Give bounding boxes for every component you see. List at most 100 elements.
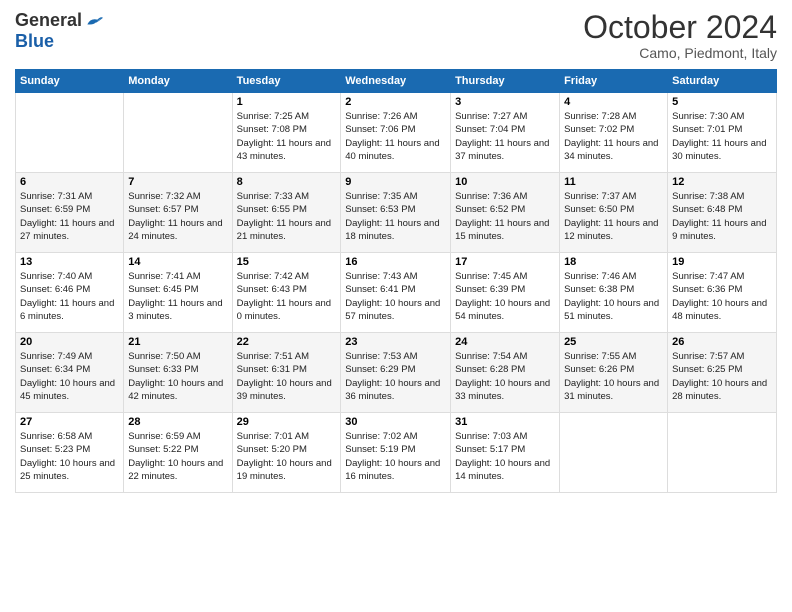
day-number: 31 bbox=[455, 416, 555, 428]
day-info: Sunrise: 7:01 AM Sunset: 5:20 PM Dayligh… bbox=[237, 430, 337, 483]
calendar-week-row: 20Sunrise: 7:49 AM Sunset: 6:34 PM Dayli… bbox=[16, 333, 777, 413]
calendar-week-row: 6Sunrise: 7:31 AM Sunset: 6:59 PM Daylig… bbox=[16, 173, 777, 253]
day-number: 5 bbox=[672, 96, 772, 108]
calendar-cell bbox=[668, 413, 777, 493]
day-number: 4 bbox=[564, 96, 663, 108]
day-info: Sunrise: 7:49 AM Sunset: 6:34 PM Dayligh… bbox=[20, 350, 119, 403]
calendar-cell: 18 Sunrise: 7:46 AM Sunset: 6:38 PM Dayli… bbox=[560, 253, 668, 333]
day-info: Sunrise: 7:02 AM Sunset: 5:19 PM Dayligh… bbox=[345, 430, 446, 483]
day-number: 18 bbox=[564, 256, 663, 268]
day-of-week-header: Saturday bbox=[668, 70, 777, 93]
day-info: Sunrise: 7:27 AM Sunset: 7:04 PM Dayligh… bbox=[455, 110, 555, 163]
day-info: Sunrise: 7:43 AM Sunset: 6:41 PM Dayligh… bbox=[345, 270, 446, 323]
day-number: 29 bbox=[237, 416, 337, 428]
day-number: 13 bbox=[20, 256, 119, 268]
day-number: 3 bbox=[455, 96, 555, 108]
day-number: 8 bbox=[237, 176, 337, 188]
day-info: Sunrise: 7:40 AM Sunset: 6:46 PM Dayligh… bbox=[20, 270, 119, 323]
day-info: Sunrise: 7:26 AM Sunset: 7:06 PM Dayligh… bbox=[345, 110, 446, 163]
logo: General Blue bbox=[15, 10, 104, 52]
day-number: 17 bbox=[455, 256, 555, 268]
calendar-cell: 14 Sunrise: 7:41 AM Sunset: 6:45 PM Dayli… bbox=[124, 253, 232, 333]
day-info: Sunrise: 7:51 AM Sunset: 6:31 PM Dayligh… bbox=[237, 350, 337, 403]
calendar-cell: 23Sunrise: 7:53 AM Sunset: 6:29 PM Dayli… bbox=[341, 333, 451, 413]
calendar-cell: 8 Sunrise: 7:33 AM Sunset: 6:55 PM Daylig… bbox=[232, 173, 341, 253]
calendar-cell: 13 Sunrise: 7:40 AM Sunset: 6:46 PM Dayli… bbox=[16, 253, 124, 333]
calendar-cell: 29 Sunrise: 7:01 AM Sunset: 5:20 PM Dayli… bbox=[232, 413, 341, 493]
calendar-cell: 24 Sunrise: 7:54 AM Sunset: 6:28 PM Dayli… bbox=[451, 333, 560, 413]
day-of-week-header: Monday bbox=[124, 70, 232, 93]
day-number: 22 bbox=[237, 336, 337, 348]
day-number: 12 bbox=[672, 176, 772, 188]
calendar-cell: 26 Sunrise: 7:57 AM Sunset: 6:25 PM Dayli… bbox=[668, 333, 777, 413]
calendar-cell: 3 Sunrise: 7:27 AM Sunset: 7:04 PM Daylig… bbox=[451, 93, 560, 173]
day-number: 2 bbox=[345, 96, 446, 108]
day-info: Sunrise: 7:54 AM Sunset: 6:28 PM Dayligh… bbox=[455, 350, 555, 403]
day-info: Sunrise: 7:47 AM Sunset: 6:36 PM Dayligh… bbox=[672, 270, 772, 323]
day-number: 16 bbox=[345, 256, 446, 268]
day-number: 14 bbox=[128, 256, 227, 268]
calendar-cell: 27Sunrise: 6:58 AM Sunset: 5:23 PM Dayli… bbox=[16, 413, 124, 493]
calendar-table: SundayMondayTuesdayWednesdayThursdayFrid… bbox=[15, 69, 777, 493]
calendar-cell: 16 Sunrise: 7:43 AM Sunset: 6:41 PM Dayli… bbox=[341, 253, 451, 333]
day-number: 28 bbox=[128, 416, 227, 428]
calendar-cell: 21 Sunrise: 7:50 AM Sunset: 6:33 PM Dayli… bbox=[124, 333, 232, 413]
logo-bird-icon bbox=[84, 11, 104, 31]
calendar-cell: 2 Sunrise: 7:26 AM Sunset: 7:06 PM Daylig… bbox=[341, 93, 451, 173]
day-info: Sunrise: 7:33 AM Sunset: 6:55 PM Dayligh… bbox=[237, 190, 337, 243]
day-of-week-header: Thursday bbox=[451, 70, 560, 93]
calendar-cell: 5Sunrise: 7:30 AM Sunset: 7:01 PM Daylig… bbox=[668, 93, 777, 173]
day-of-week-header: Wednesday bbox=[341, 70, 451, 93]
calendar-cell: 31 Sunrise: 7:03 AM Sunset: 5:17 PM Dayli… bbox=[451, 413, 560, 493]
day-info: Sunrise: 6:58 AM Sunset: 5:23 PM Dayligh… bbox=[20, 430, 119, 483]
day-info: Sunrise: 7:25 AM Sunset: 7:08 PM Dayligh… bbox=[237, 110, 337, 163]
title-section: October 2024 Camo, Piedmont, Italy bbox=[583, 10, 777, 61]
day-info: Sunrise: 7:03 AM Sunset: 5:17 PM Dayligh… bbox=[455, 430, 555, 483]
calendar-cell bbox=[16, 93, 124, 173]
day-of-week-header: Tuesday bbox=[232, 70, 341, 93]
day-info: Sunrise: 7:53 AM Sunset: 6:29 PM Dayligh… bbox=[345, 350, 446, 403]
day-number: 25 bbox=[564, 336, 663, 348]
main-container: General Blue October 2024 Camo, Piedmont… bbox=[0, 0, 792, 503]
day-number: 6 bbox=[20, 176, 119, 188]
calendar-cell bbox=[124, 93, 232, 173]
location-subtitle: Camo, Piedmont, Italy bbox=[583, 45, 777, 61]
calendar-cell: 12Sunrise: 7:38 AM Sunset: 6:48 PM Dayli… bbox=[668, 173, 777, 253]
day-number: 9 bbox=[345, 176, 446, 188]
day-number: 7 bbox=[128, 176, 227, 188]
day-info: Sunrise: 7:36 AM Sunset: 6:52 PM Dayligh… bbox=[455, 190, 555, 243]
calendar-cell: 4 Sunrise: 7:28 AM Sunset: 7:02 PM Daylig… bbox=[560, 93, 668, 173]
calendar-header-row: SundayMondayTuesdayWednesdayThursdayFrid… bbox=[16, 70, 777, 93]
day-info: Sunrise: 7:46 AM Sunset: 6:38 PM Dayligh… bbox=[564, 270, 663, 323]
day-info: Sunrise: 7:28 AM Sunset: 7:02 PM Dayligh… bbox=[564, 110, 663, 163]
calendar-cell: 6Sunrise: 7:31 AM Sunset: 6:59 PM Daylig… bbox=[16, 173, 124, 253]
calendar-cell: 19 Sunrise: 7:47 AM Sunset: 6:36 PM Dayli… bbox=[668, 253, 777, 333]
calendar-cell: 25Sunrise: 7:55 AM Sunset: 6:26 PM Dayli… bbox=[560, 333, 668, 413]
calendar-cell: 30 Sunrise: 7:02 AM Sunset: 5:19 PM Dayli… bbox=[341, 413, 451, 493]
calendar-cell bbox=[560, 413, 668, 493]
calendar-cell: 28 Sunrise: 6:59 AM Sunset: 5:22 PM Dayli… bbox=[124, 413, 232, 493]
day-number: 30 bbox=[345, 416, 446, 428]
calendar-cell: 7 Sunrise: 7:32 AM Sunset: 6:57 PM Daylig… bbox=[124, 173, 232, 253]
day-info: Sunrise: 7:57 AM Sunset: 6:25 PM Dayligh… bbox=[672, 350, 772, 403]
month-title: October 2024 bbox=[583, 10, 777, 45]
day-info: Sunrise: 7:32 AM Sunset: 6:57 PM Dayligh… bbox=[128, 190, 227, 243]
calendar-cell: 15Sunrise: 7:42 AM Sunset: 6:43 PM Dayli… bbox=[232, 253, 341, 333]
calendar-week-row: 27Sunrise: 6:58 AM Sunset: 5:23 PM Dayli… bbox=[16, 413, 777, 493]
logo-blue-text: Blue bbox=[15, 31, 54, 52]
day-info: Sunrise: 7:35 AM Sunset: 6:53 PM Dayligh… bbox=[345, 190, 446, 243]
logo-general-text: General bbox=[15, 10, 82, 31]
day-number: 24 bbox=[455, 336, 555, 348]
day-number: 19 bbox=[672, 256, 772, 268]
day-number: 26 bbox=[672, 336, 772, 348]
day-number: 21 bbox=[128, 336, 227, 348]
day-info: Sunrise: 7:45 AM Sunset: 6:39 PM Dayligh… bbox=[455, 270, 555, 323]
calendar-week-row: 13 Sunrise: 7:40 AM Sunset: 6:46 PM Dayli… bbox=[16, 253, 777, 333]
day-info: Sunrise: 7:50 AM Sunset: 6:33 PM Dayligh… bbox=[128, 350, 227, 403]
day-number: 1 bbox=[237, 96, 337, 108]
day-info: Sunrise: 6:59 AM Sunset: 5:22 PM Dayligh… bbox=[128, 430, 227, 483]
calendar-cell: 9 Sunrise: 7:35 AM Sunset: 6:53 PM Daylig… bbox=[341, 173, 451, 253]
day-info: Sunrise: 7:41 AM Sunset: 6:45 PM Dayligh… bbox=[128, 270, 227, 323]
day-number: 15 bbox=[237, 256, 337, 268]
day-number: 11 bbox=[564, 176, 663, 188]
